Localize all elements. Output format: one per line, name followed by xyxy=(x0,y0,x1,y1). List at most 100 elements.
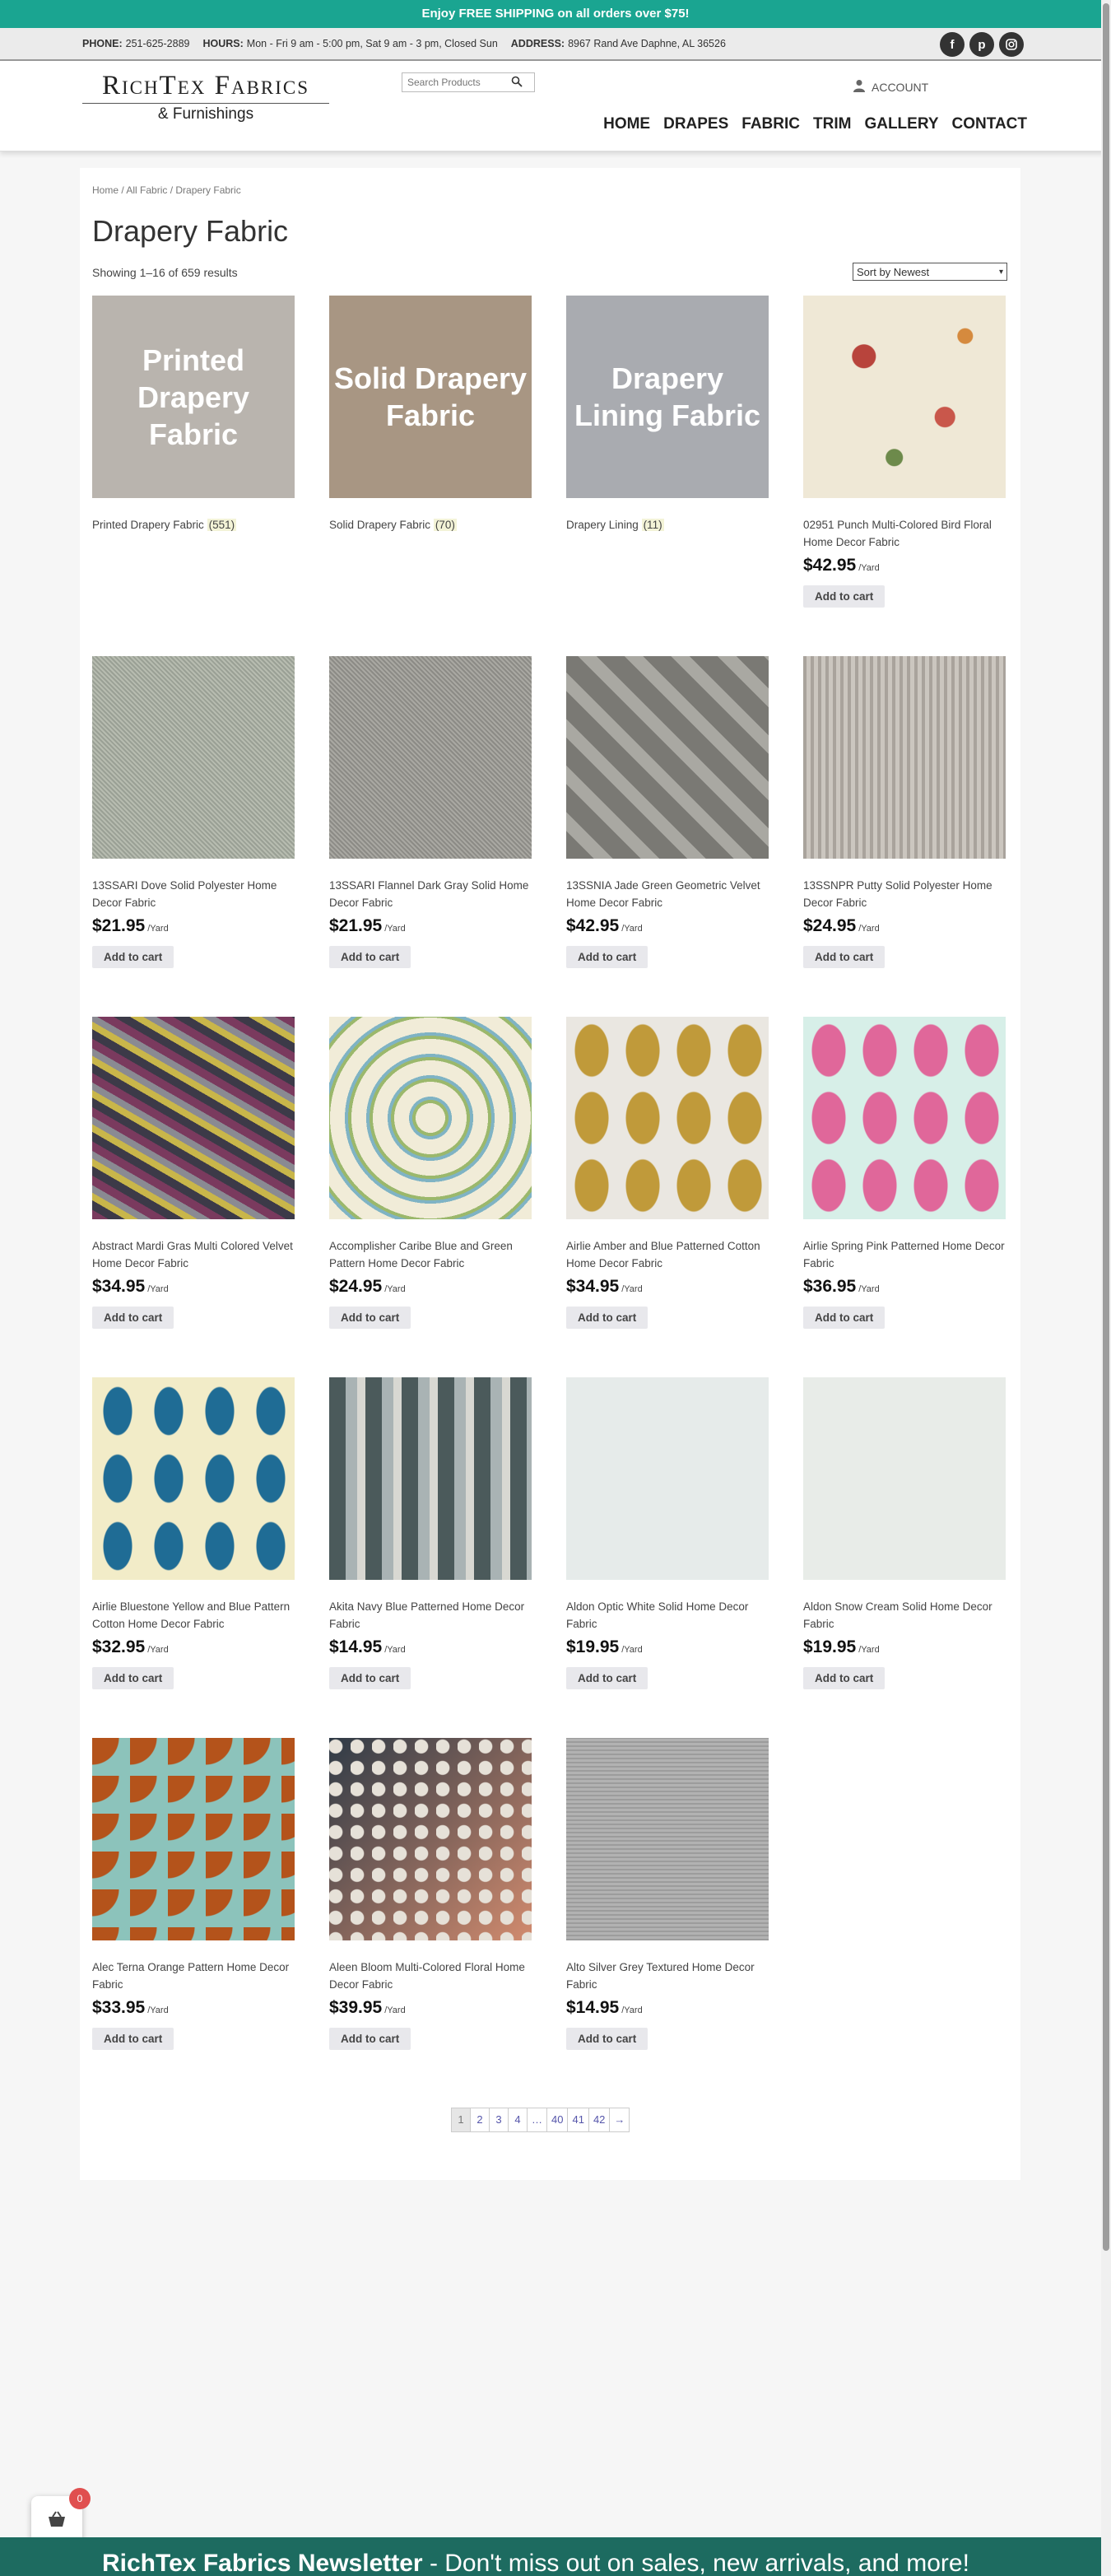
scrollbar[interactable] xyxy=(1101,0,1111,2576)
product-card: Aleen Bloom Multi-Colored Floral Home De… xyxy=(329,1738,532,2050)
pagination-page[interactable]: 40 xyxy=(547,2108,569,2131)
pagination-page[interactable]: 41 xyxy=(568,2108,589,2131)
pagination-page[interactable]: 4 xyxy=(509,2108,528,2131)
search-icon[interactable] xyxy=(511,76,523,90)
product-image[interactable] xyxy=(566,1377,769,1580)
category-image[interactable]: Drapery Lining Fabric xyxy=(566,296,769,498)
category-image[interactable]: Solid Drapery Fabric xyxy=(329,296,532,498)
price-value: $42.95 xyxy=(803,556,857,575)
price-value: $21.95 xyxy=(92,916,146,935)
price-unit: /Yard xyxy=(384,924,406,934)
add-to-cart-button[interactable]: Add to cart xyxy=(92,1307,174,1329)
add-to-cart-button[interactable]: Add to cart xyxy=(329,1307,411,1329)
product-name[interactable]: Aleen Bloom Multi-Colored Floral Home De… xyxy=(329,1959,532,1993)
site-logo[interactable]: RichTex Fabrics & Furnishings xyxy=(82,71,329,123)
product-name[interactable]: Accomplisher Caribe Blue and Green Patte… xyxy=(329,1237,532,1272)
add-to-cart-button[interactable]: Add to cart xyxy=(566,2028,648,2050)
product-image[interactable] xyxy=(803,296,1006,498)
product-name[interactable]: Abstract Mardi Gras Multi Colored Velvet… xyxy=(92,1237,295,1272)
product-name[interactable]: Aldon Optic White Solid Home Decor Fabri… xyxy=(566,1598,769,1633)
search-input[interactable] xyxy=(402,77,509,88)
category-image[interactable]: Printed Drapery Fabric xyxy=(92,296,295,498)
add-to-cart-button[interactable]: Add to cart xyxy=(803,946,886,968)
nav-drapes[interactable]: DRAPES xyxy=(663,115,728,133)
product-name[interactable]: Alec Terna Orange Pattern Home Decor Fab… xyxy=(92,1959,295,1993)
product-price: $42.95/Yard xyxy=(803,556,1006,575)
pagination-page: 1 xyxy=(452,2108,471,2131)
product-image[interactable] xyxy=(803,1017,1006,1219)
product-name[interactable]: Airlie Amber and Blue Patterned Cotton H… xyxy=(566,1237,769,1272)
pagination-page[interactable]: 3 xyxy=(490,2108,509,2131)
product-image[interactable] xyxy=(329,656,532,859)
category-count: (551) xyxy=(207,519,237,531)
account-link[interactable]: ACCOUNT xyxy=(853,79,928,95)
nav-fabric[interactable]: FABRIC xyxy=(741,115,800,133)
price-value: $14.95 xyxy=(566,1998,620,2017)
add-to-cart-button[interactable]: Add to cart xyxy=(329,1667,411,1689)
product-name[interactable]: 02951 Punch Multi-Colored Bird Floral Ho… xyxy=(803,516,1006,551)
sort-select[interactable]: Sort by Newest ▾ xyxy=(853,263,1007,281)
add-to-cart-button[interactable]: Add to cart xyxy=(92,2028,174,2050)
category-count: (11) xyxy=(641,519,664,531)
product-name[interactable]: Alto Silver Grey Textured Home Decor Fab… xyxy=(566,1959,769,1993)
product-card: Airlie Spring Pink Patterned Home Decor … xyxy=(803,1017,1006,1329)
nav-gallery[interactable]: GALLERY xyxy=(864,115,938,133)
logo-subtitle: & Furnishings xyxy=(157,105,254,123)
phone-number[interactable]: 251-625-2889 xyxy=(126,38,190,49)
nav-trim[interactable]: TRIM xyxy=(813,115,851,133)
product-card: Alec Terna Orange Pattern Home Decor Fab… xyxy=(92,1738,295,2050)
add-to-cart-button[interactable]: Add to cart xyxy=(92,1667,174,1689)
product-image[interactable] xyxy=(803,1377,1006,1580)
nav-home[interactable]: HOME xyxy=(603,115,650,133)
product-image[interactable] xyxy=(92,656,295,859)
add-to-cart-button[interactable]: Add to cart xyxy=(566,1667,648,1689)
product-price: $19.95/Yard xyxy=(803,1637,1006,1657)
price-value: $24.95 xyxy=(803,916,857,935)
category-name[interactable]: Printed Drapery Fabric (551) xyxy=(92,516,295,533)
breadcrumb[interactable]: Home / All Fabric / Drapery Fabric xyxy=(92,184,241,196)
product-image[interactable] xyxy=(803,656,1006,859)
user-icon xyxy=(853,79,865,95)
add-to-cart-button[interactable]: Add to cart xyxy=(566,946,648,968)
pagination-page[interactable]: 42 xyxy=(589,2108,611,2131)
product-image[interactable] xyxy=(92,1017,295,1219)
scrollbar-thumb[interactable] xyxy=(1103,3,1109,2251)
add-to-cart-button[interactable]: Add to cart xyxy=(329,2028,411,2050)
product-card: Alto Silver Grey Textured Home Decor Fab… xyxy=(566,1738,769,2050)
product-image[interactable] xyxy=(566,656,769,859)
add-to-cart-button[interactable]: Add to cart xyxy=(803,1307,886,1329)
product-name[interactable]: 13SSNPR Putty Solid Polyester Home Decor… xyxy=(803,877,1006,911)
product-name[interactable]: Airlie Bluestone Yellow and Blue Pattern… xyxy=(92,1598,295,1633)
page-title: Drapery Fabric xyxy=(92,214,289,248)
product-price: $24.95/Yard xyxy=(803,916,1006,936)
product-image[interactable] xyxy=(92,1738,295,1940)
product-image[interactable] xyxy=(92,1377,295,1580)
product-image[interactable] xyxy=(566,1017,769,1219)
nav-contact[interactable]: CONTACT xyxy=(952,115,1027,133)
product-image[interactable] xyxy=(329,1017,532,1219)
category-card: Printed Drapery Fabric Printed Drapery Fa… xyxy=(92,296,295,533)
add-to-cart-button[interactable]: Add to cart xyxy=(803,1667,886,1689)
product-image[interactable] xyxy=(329,1377,532,1580)
add-to-cart-button[interactable]: Add to cart xyxy=(329,946,411,968)
facebook-icon[interactable]: f xyxy=(940,32,965,57)
pagination-page[interactable]: 2 xyxy=(471,2108,490,2131)
pagination-next[interactable]: → xyxy=(610,2108,629,2131)
category-name[interactable]: Drapery Lining (11) xyxy=(566,516,769,533)
result-count: Showing 1–16 of 659 results xyxy=(92,266,238,279)
product-name[interactable]: 13SSARI Dove Solid Polyester Home Decor … xyxy=(92,877,295,911)
product-name[interactable]: 13SSARI Flannel Dark Gray Solid Home Dec… xyxy=(329,877,532,911)
product-name[interactable]: 13SSNIA Jade Green Geometric Velvet Home… xyxy=(566,877,769,911)
pinterest-icon[interactable]: p xyxy=(969,32,994,57)
category-name[interactable]: Solid Drapery Fabric (70) xyxy=(329,516,532,533)
product-name[interactable]: Airlie Spring Pink Patterned Home Decor … xyxy=(803,1237,1006,1272)
product-name[interactable]: Aldon Snow Cream Solid Home Decor Fabric xyxy=(803,1598,1006,1633)
instagram-icon[interactable] xyxy=(999,32,1024,57)
add-to-cart-button[interactable]: Add to cart xyxy=(566,1307,648,1329)
product-image[interactable] xyxy=(329,1738,532,1940)
price-unit: /Yard xyxy=(147,1645,169,1655)
add-to-cart-button[interactable]: Add to cart xyxy=(92,946,174,968)
product-image[interactable] xyxy=(566,1738,769,1940)
product-name[interactable]: Akita Navy Blue Patterned Home Decor Fab… xyxy=(329,1598,532,1633)
add-to-cart-button[interactable]: Add to cart xyxy=(803,585,886,608)
